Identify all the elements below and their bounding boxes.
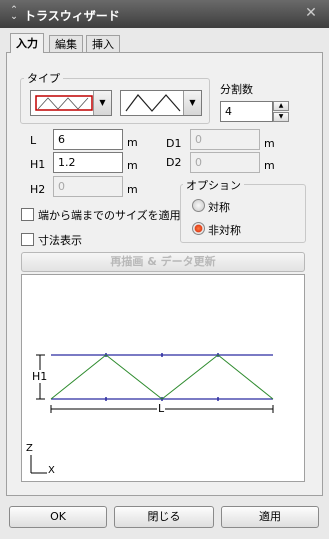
divisions-input[interactable] <box>220 101 273 122</box>
close-button[interactable]: 閉じる <box>114 506 214 528</box>
redraw-update-button[interactable]: 再描画 & データ更新 <box>21 252 305 272</box>
show-dimensions-label: 寸法表示 <box>38 234 82 247</box>
chevron-down-icon[interactable]: ▼ <box>93 91 111 115</box>
h1-label: H1 <box>30 158 46 171</box>
h2-unit: m <box>127 183 138 196</box>
chord-type-swatch-icon <box>35 95 93 111</box>
d2-unit: m <box>264 159 275 172</box>
d1-input <box>190 129 260 150</box>
edge-to-edge-label: 端から端までのサイズを適用 <box>38 209 181 222</box>
l-label: L <box>30 134 37 147</box>
h2-label: H2 <box>30 183 46 196</box>
symmetric-label: 対称 <box>208 201 230 214</box>
l-dimension-label: L <box>157 402 166 415</box>
l-input[interactable] <box>53 129 123 150</box>
tab-edit[interactable]: 編集 <box>49 35 83 53</box>
chord-type-combo[interactable]: ▼ <box>30 90 112 116</box>
h1-unit: m <box>127 159 138 172</box>
chevron-down-icon[interactable]: ▼ <box>183 91 201 115</box>
asymmetric-radio[interactable] <box>192 222 205 235</box>
diagonal-members <box>50 354 274 400</box>
l-unit: m <box>127 136 138 149</box>
apply-button[interactable]: 適用 <box>221 506 319 528</box>
x-axis-label: X <box>48 465 55 476</box>
ok-button[interactable]: OK <box>9 506 107 528</box>
d2-label: D2 <box>166 156 182 169</box>
tab-insert[interactable]: 挿入 <box>86 35 120 53</box>
options-group-label: オプション <box>183 177 244 193</box>
tab-input[interactable]: 入力 <box>10 33 44 53</box>
h2-input <box>53 176 123 197</box>
web-type-swatch-icon <box>125 94 181 112</box>
window-title: トラスウィザード <box>24 9 120 23</box>
node-ticks <box>105 353 219 401</box>
d1-label: D1 <box>166 137 182 150</box>
truss-drawing <box>30 353 274 474</box>
edge-to-edge-checkbox[interactable] <box>21 208 34 221</box>
h1-input[interactable] <box>53 152 123 173</box>
spin-up-icon[interactable]: ▲ <box>273 101 289 111</box>
symmetric-radio[interactable] <box>192 199 205 212</box>
d2-input <box>190 152 260 173</box>
type-group-label: タイプ <box>24 70 63 86</box>
title-bar: ⌃ ⌄ トラスウィザード ✕ <box>0 0 329 28</box>
d1-unit: m <box>264 137 275 150</box>
z-axis-label: Z <box>26 443 33 454</box>
collapse-icon[interactable]: ⌃ ⌄ <box>8 6 20 22</box>
asymmetric-label: 非対称 <box>208 224 241 237</box>
truss-preview: H1 L Z X <box>21 274 305 482</box>
web-type-combo[interactable]: ▼ <box>120 90 202 116</box>
spin-down-icon[interactable]: ▼ <box>273 112 289 122</box>
divisions-label: 分割数 <box>220 83 253 96</box>
h1-dimension-label: H1 <box>32 370 48 383</box>
show-dimensions-checkbox[interactable] <box>21 233 34 246</box>
close-icon[interactable]: ✕ <box>303 5 319 21</box>
